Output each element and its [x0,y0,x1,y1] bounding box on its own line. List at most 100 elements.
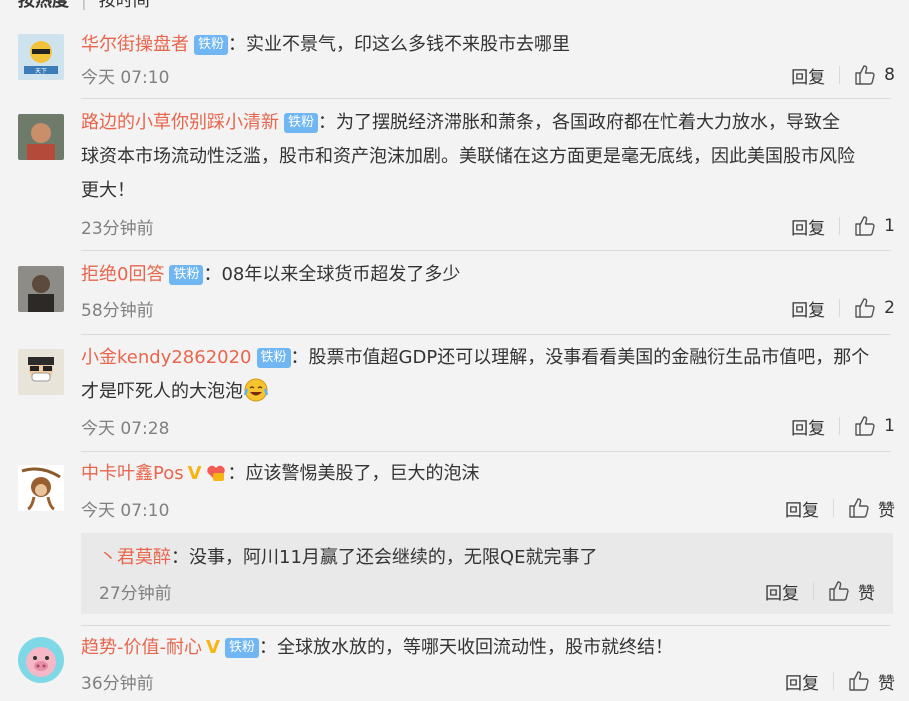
like-count: 1 [884,416,895,436]
comment-text: 趋势-价值-耐心 V 铁粉 ：全球放水放的，等哪天收回流动性，股市就终结！ [81,631,891,665]
reply-thread: 丶君莫醉：没事，阿川11月赢了还会继续的，无限QE就完事了 27分钟前 回复 赞 [81,533,893,614]
divider-line [81,451,891,452]
heart-medal-icon[interactable] [204,461,228,483]
fan-badge[interactable]: 铁粉 [169,265,204,285]
reply-button[interactable]: 回复 [791,414,825,439]
fan-badge[interactable]: 铁粉 [284,113,319,133]
avatar[interactable] [18,637,64,683]
colon: ： [318,112,337,133]
comment-content: 为了摆脱经济滞胀和萧条，各国政府都在忙着大力放水，导致全 [336,112,841,133]
sort-hot-tab[interactable]: 按热度 [18,0,69,11]
like-label[interactable]: 赞 [858,579,875,604]
like-count: 2 [884,298,895,318]
comment-actions: 回复 1 [791,414,895,439]
like-count: 8 [884,65,895,85]
colon: ： [227,463,246,484]
like-label[interactable]: 赞 [878,669,895,694]
comment-content: 更大！ [81,180,135,201]
action-divider [813,582,814,600]
comment-time: 23分钟前 [81,219,154,239]
username-link[interactable]: 小金kendy2862020 [81,347,252,368]
action-divider [833,672,834,690]
action-divider [833,499,834,517]
comment-item: 小金kendy2862020 铁粉 ：股票市值超GDP还可以理解，没事看看美国的金融… [0,341,909,453]
sort-time-tab[interactable]: 按时间 [99,0,150,11]
comment-time: 今天 07:28 [81,419,170,439]
reply-button[interactable]: 回复 [765,579,799,604]
reply-arrow-icon: 丶 [99,547,117,568]
colon: ： [171,547,189,568]
like-count: 1 [884,216,895,236]
reply-meta: 27分钟前 回复 赞 [99,579,875,604]
reply-button[interactable]: 回复 [791,296,825,321]
comment-time: 58分钟前 [81,301,154,321]
comment-meta: 58分钟前 回复 2 [81,296,895,321]
comment-text: 拒绝0回答 铁粉 ：08年以来全球货币超发了多少 [81,258,891,292]
colon: ： [258,637,277,658]
comment-content: 08年以来全球货币超发了多少 [221,264,461,285]
comment-actions: 回复 8 [791,63,895,88]
comment-actions: 回复 赞 [785,496,895,521]
thumbs-up-icon[interactable] [854,215,876,237]
thumbs-up-icon[interactable] [828,580,850,602]
comment-text: 路边的小草你别踩小清新 铁粉 ：为了摆脱经济滞胀和萧条，各国政府都在忙着大力放水，导… [81,106,891,208]
thumbs-up-icon[interactable] [854,297,876,319]
comment-actions: 回复 赞 [785,669,895,694]
fan-badge[interactable]: 铁粉 [194,35,229,55]
divider-line [81,250,891,251]
action-divider [839,66,841,84]
action-divider [839,417,841,435]
colon: ： [203,264,222,285]
avatar[interactable] [18,465,64,511]
action-divider [839,299,841,317]
vip-icon[interactable]: V [206,631,220,665]
avatar[interactable]: 天下 [18,34,64,80]
comment-time: 36分钟前 [81,674,154,694]
comment-meta: 36分钟前 回复 赞 [81,669,895,694]
comment-text: 华尔街操盘者 铁粉 ：实业不景气，印这么多钱不来股市去哪里 [81,28,891,62]
reply-button[interactable]: 回复 [791,214,825,239]
username-link[interactable]: 拒绝0回答 [81,264,164,285]
thumbs-up-icon[interactable] [848,497,870,519]
divider-line [81,98,891,99]
comment-item: 路边的小草你别踩小清新 铁粉 ：为了摆脱经济滞胀和萧条，各国政府都在忙着大力放水，导… [0,106,909,256]
reply-button[interactable]: 回复 [791,63,825,88]
username-link[interactable]: 中卡叶鑫Pos [81,463,184,484]
reply-actions: 回复 赞 [765,579,875,604]
colon: ： [228,34,247,55]
reply-time: 27分钟前 [99,584,172,604]
comment-item: 中卡叶鑫Pos V ：应该警惕美股了，巨大的泡沫 今天 07:10 回复 赞 丶君莫… [0,457,909,627]
comment-time: 今天 07:10 [81,68,170,88]
username-link[interactable]: 华尔街操盘者 [81,34,189,55]
comment-text: 小金kendy2862020 铁粉 ：股票市值超GDP还可以理解，没事看看美国的金融… [81,341,891,409]
thumbs-up-icon[interactable] [854,415,876,437]
avatar[interactable] [18,114,64,160]
comment-content: 全球放水放的，等哪天收回流动性，股市就终结！ [276,637,673,658]
fan-badge[interactable]: 铁粉 [224,638,259,658]
laughing-crying-emoji-icon [243,377,269,403]
avatar[interactable] [18,266,64,312]
comment-item: 天下 华尔街操盘者 铁粉 ：实业不景气，印这么多钱不来股市去哪里 今天 07:10 … [0,28,909,118]
avatar[interactable] [18,349,64,395]
reply-button[interactable]: 回复 [785,496,819,521]
colon: ： [290,347,309,368]
vip-icon[interactable]: V [188,457,202,491]
comment-meta: 今天 07:10 回复 赞 [81,496,895,521]
comment-actions: 回复 2 [791,296,895,321]
like-label[interactable]: 赞 [878,496,895,521]
username-link[interactable]: 路边的小草你别踩小清新 [81,112,279,133]
sort-divider: | [81,0,87,11]
fan-badge[interactable]: 铁粉 [256,348,291,368]
thumbs-up-icon[interactable] [848,670,870,692]
reply-username-link[interactable]: 君莫醉 [117,547,171,568]
reply-text: 丶君莫醉：没事，阿川11月赢了还会继续的，无限QE就完事了 [99,543,597,573]
reply-button[interactable]: 回复 [785,669,819,694]
divider-line [81,625,891,626]
comment-content: 应该警惕美股了，巨大的泡沫 [245,463,480,484]
username-link[interactable]: 趋势-价值-耐心 [81,637,202,658]
action-divider [839,217,841,235]
thumbs-up-icon[interactable] [854,64,876,86]
comment-content: 股票市值超GDP还可以理解，没事看看美国的金融衍生品市值吧，那个 [308,347,870,368]
divider-line [81,334,891,335]
comment-meta: 23分钟前 回复 1 [81,214,895,239]
